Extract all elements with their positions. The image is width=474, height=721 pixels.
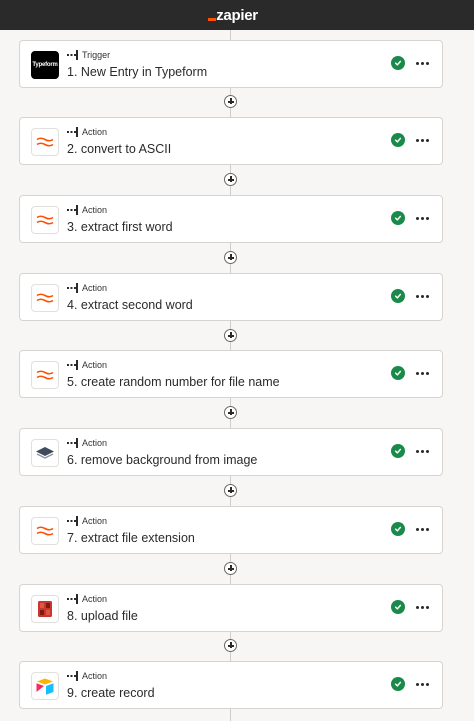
add-step-button[interactable]: [224, 173, 237, 186]
add-step-button[interactable]: [224, 329, 237, 342]
step-title: 9. create record: [67, 686, 155, 700]
add-step-button[interactable]: [224, 251, 237, 264]
typeform-icon: Typeform: [31, 51, 59, 79]
success-check-icon: [391, 289, 405, 303]
success-check-icon: [391, 56, 405, 70]
step-menu-button[interactable]: [412, 519, 432, 539]
step-kind: Action: [67, 360, 107, 370]
step-kind-label: Action: [82, 438, 108, 448]
step-kind: Action: [67, 671, 107, 681]
success-check-icon: [391, 677, 405, 691]
step-menu-button[interactable]: [412, 130, 432, 150]
success-check-icon: [391, 444, 405, 458]
action-icon: [67, 205, 79, 215]
step-title: 3. extract first word: [67, 220, 173, 234]
step-kind: Action: [67, 127, 107, 137]
step-kind: Trigger: [67, 50, 110, 60]
step-title: 2. convert to ASCII: [67, 142, 172, 156]
step-card-4[interactable]: Action 4. extract second word: [19, 273, 443, 321]
step-title: 6. remove background from image: [67, 453, 258, 467]
step-card-8[interactable]: Action 8. upload file: [19, 584, 443, 632]
step-menu-button[interactable]: [412, 674, 432, 694]
step-kind-label: Action: [82, 360, 108, 370]
amazon-s3-icon: [31, 595, 59, 623]
success-check-icon: [391, 133, 405, 147]
step-card-9[interactable]: Action 9. create record: [19, 661, 443, 709]
step-card-2[interactable]: Action 2. convert to ASCII: [19, 117, 443, 165]
typeform-icon-label: Typeform: [32, 62, 58, 68]
step-title: 4. extract second word: [67, 298, 193, 312]
step-kind-label: Action: [82, 205, 108, 215]
step-kind: Action: [67, 438, 107, 448]
step-kind: Action: [67, 516, 107, 526]
step-kind-label: Trigger: [82, 50, 111, 60]
step-kind: Action: [67, 283, 107, 293]
layers-icon: [31, 439, 59, 467]
success-check-icon: [391, 366, 405, 380]
step-kind: Action: [67, 594, 107, 604]
action-icon: [67, 516, 79, 526]
step-kind-label: Action: [82, 283, 108, 293]
add-step-button[interactable]: [224, 484, 237, 497]
success-check-icon: [391, 211, 405, 225]
formatter-icon: [31, 206, 59, 234]
step-card-5[interactable]: Action 5. create random number for file …: [19, 350, 443, 398]
step-card-7[interactable]: Action 7. extract file extension: [19, 506, 443, 554]
success-check-icon: [391, 522, 405, 536]
logo-underscore: [208, 18, 217, 21]
action-icon: [67, 127, 79, 137]
step-menu-button[interactable]: [412, 208, 432, 228]
action-icon: [67, 283, 79, 293]
add-step-button[interactable]: [224, 562, 237, 575]
action-icon: [67, 671, 79, 681]
step-kind: Action: [67, 205, 107, 215]
action-icon: [67, 360, 79, 370]
formatter-icon: [31, 128, 59, 156]
formatter-icon: [31, 517, 59, 545]
step-title: 8. upload file: [67, 609, 138, 623]
action-icon: [67, 438, 79, 448]
airtable-icon: [31, 672, 59, 700]
step-menu-button[interactable]: [412, 363, 432, 383]
step-menu-button[interactable]: [412, 286, 432, 306]
zapier-logo[interactable]: zapier: [208, 6, 258, 24]
step-kind-label: Action: [82, 516, 108, 526]
step-card-3[interactable]: Action 3. extract first word: [19, 195, 443, 243]
step-menu-button[interactable]: [412, 441, 432, 461]
add-step-button[interactable]: [224, 639, 237, 652]
step-kind-label: Action: [82, 594, 108, 604]
zap-editor-canvas: Typeform Trigger 1. New Entry in Typefor…: [0, 30, 474, 721]
action-icon: [67, 594, 79, 604]
logo-text: zapier: [216, 6, 258, 24]
trigger-icon: [67, 50, 79, 60]
add-step-button[interactable]: [224, 406, 237, 419]
success-check-icon: [391, 600, 405, 614]
top-bar: zapier: [0, 0, 474, 30]
step-card-1[interactable]: Typeform Trigger 1. New Entry in Typefor…: [19, 40, 443, 88]
step-card-6[interactable]: Action 6. remove background from image: [19, 428, 443, 476]
formatter-icon: [31, 284, 59, 312]
step-menu-button[interactable]: [412, 597, 432, 617]
add-step-button[interactable]: [224, 95, 237, 108]
step-kind-label: Action: [82, 671, 108, 681]
step-menu-button[interactable]: [412, 53, 432, 73]
step-title: 7. extract file extension: [67, 531, 195, 545]
step-title: 1. New Entry in Typeform: [67, 65, 208, 79]
step-kind-label: Action: [82, 127, 108, 137]
step-title: 5. create random number for file name: [67, 375, 280, 389]
formatter-icon: [31, 361, 59, 389]
